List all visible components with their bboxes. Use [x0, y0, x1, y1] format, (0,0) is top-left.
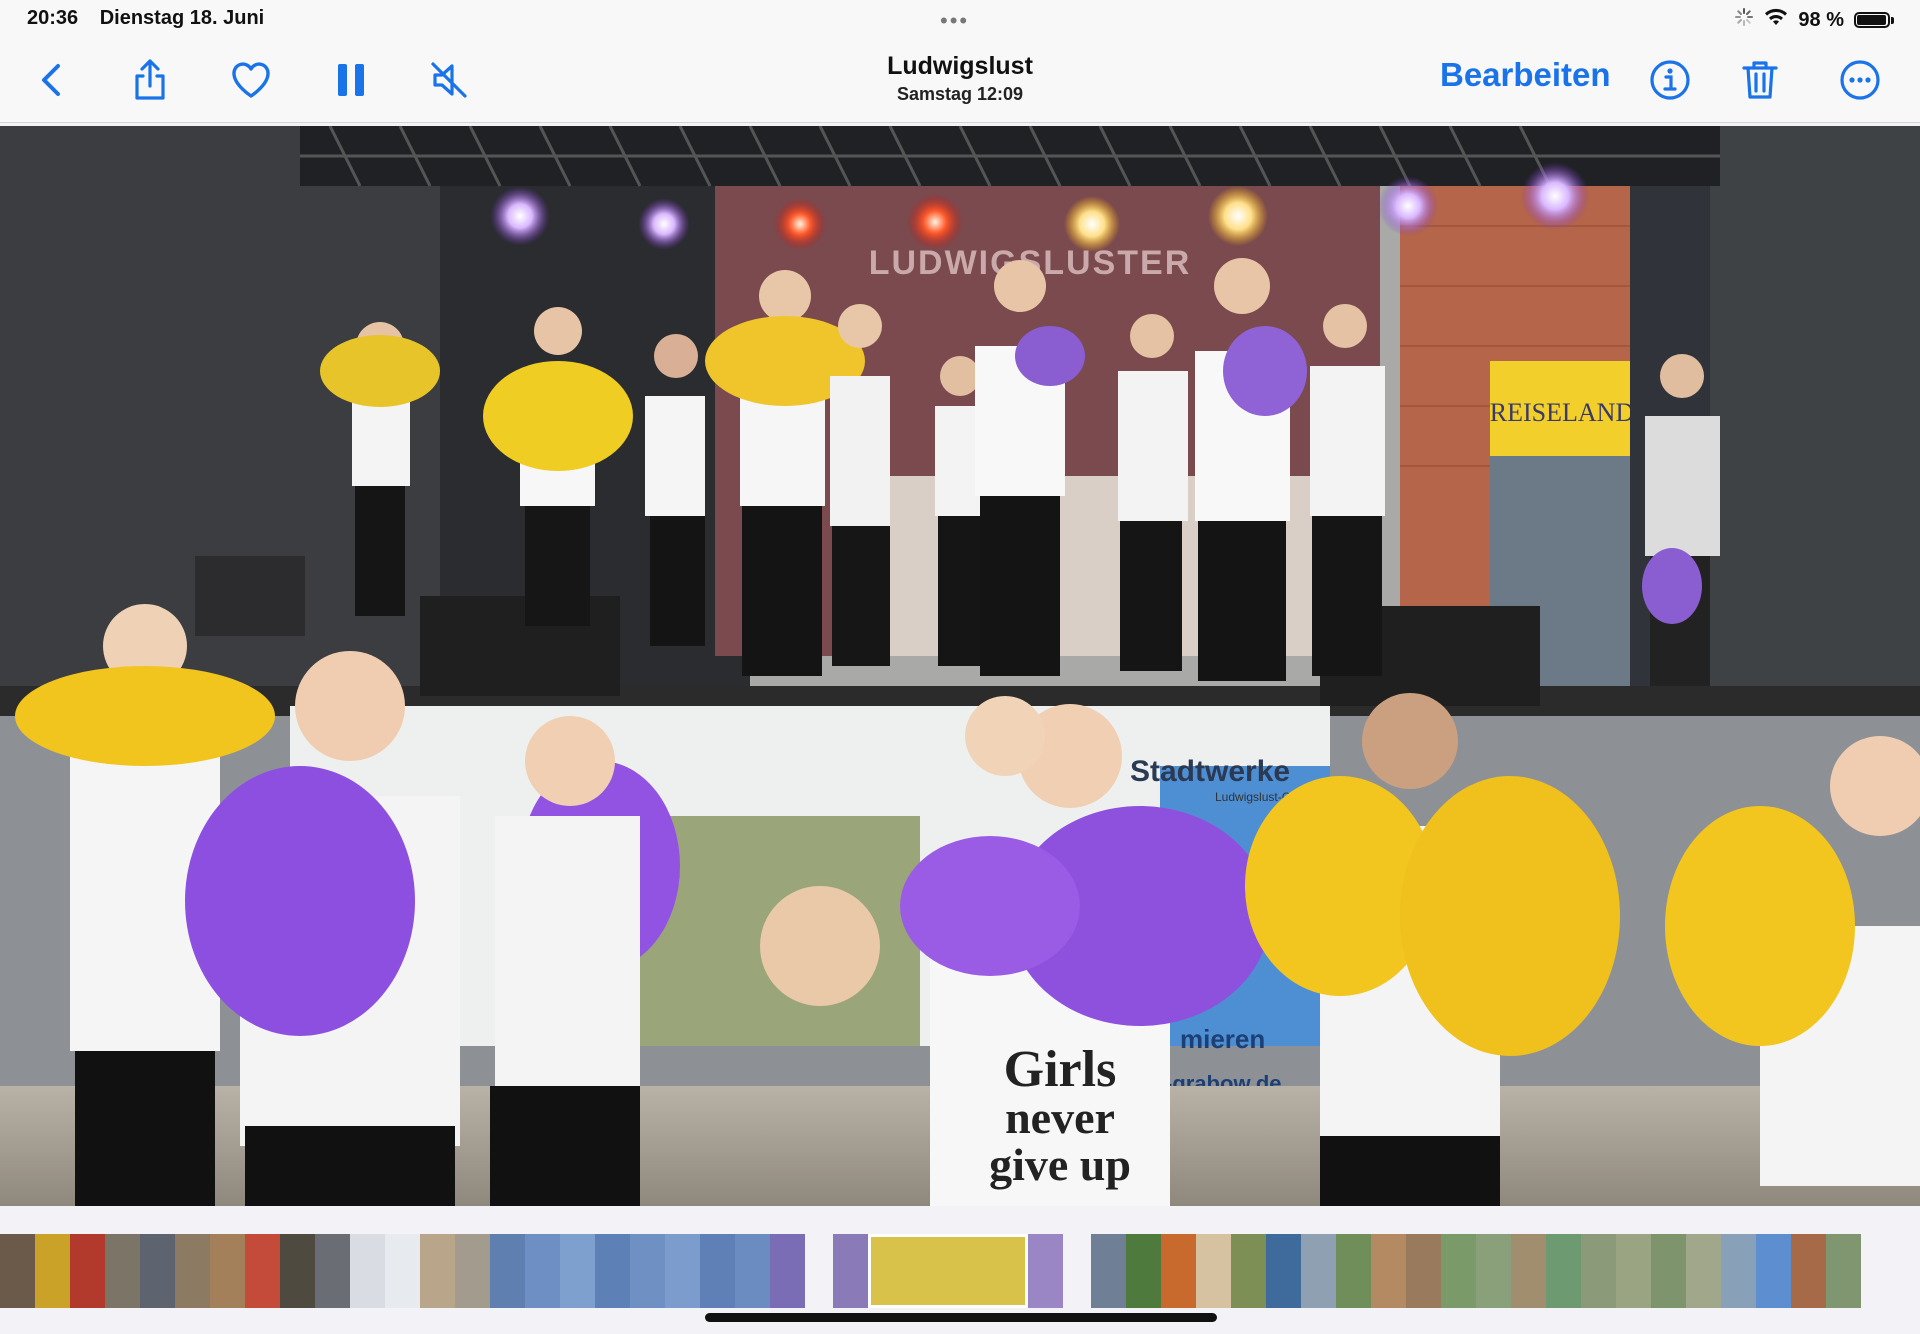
filmstrip-thumbnail[interactable] — [1371, 1234, 1406, 1308]
more-icon[interactable] — [1830, 50, 1890, 110]
filmstrip-thumbnail[interactable] — [1126, 1234, 1161, 1308]
toolbar: Ludwigslust Samstag 12:09 Bearbeiten — [0, 40, 1920, 123]
pause-icon[interactable] — [321, 50, 381, 110]
filmstrip-thumbnail[interactable] — [595, 1234, 630, 1308]
filmstrip-thumbnail[interactable] — [175, 1234, 210, 1308]
wifi-icon — [1764, 8, 1788, 32]
filmstrip-thumbnail[interactable] — [1266, 1234, 1301, 1308]
filmstrip-thumbnail[interactable] — [105, 1234, 140, 1308]
filmstrip-thumbnail[interactable] — [1161, 1234, 1196, 1308]
filmstrip-thumbnail[interactable] — [455, 1234, 490, 1308]
status-bar: 20:36 Dienstag 18. Juni ••• 98 % — [0, 0, 1920, 40]
svg-text:Girls: Girls — [1004, 1041, 1117, 1098]
filmstrip-thumbnail[interactable] — [1301, 1234, 1336, 1308]
video-scene: REISELAND LUDWIGSLUSTER — [0, 126, 1920, 1206]
back-chevron-icon[interactable] — [22, 50, 82, 110]
filmstrip-thumbnail[interactable] — [70, 1234, 105, 1308]
battery-tip — [1891, 16, 1894, 24]
share-icon[interactable] — [120, 50, 180, 110]
filmstrip-thumbnail[interactable] — [1441, 1234, 1476, 1308]
filmstrip-thumbnail[interactable] — [1791, 1234, 1826, 1308]
info-icon[interactable] — [1640, 50, 1700, 110]
filmstrip-thumbnail[interactable] — [1686, 1234, 1721, 1308]
filmstrip-thumbnail[interactable] — [1028, 1234, 1063, 1308]
filmstrip-thumbnail[interactable] — [1336, 1234, 1371, 1308]
filmstrip-thumbnail[interactable] — [560, 1234, 595, 1308]
filmstrip-thumbnail[interactable] — [1581, 1234, 1616, 1308]
svg-text:Stadtwerke: Stadtwerke — [1130, 755, 1290, 788]
filmstrip-thumbnail[interactable] — [1651, 1234, 1686, 1308]
filmstrip-thumbnail[interactable] — [735, 1234, 770, 1308]
filmstrip-thumbnail[interactable] — [1196, 1234, 1231, 1308]
page-title: Ludwigslust — [887, 52, 1033, 80]
filmstrip-thumbnail[interactable] — [525, 1234, 560, 1308]
status-date: Dienstag 18. Juni — [99, 7, 265, 29]
battery-percent: 98 % — [1798, 8, 1844, 31]
filmstrip-thumbnail[interactable] — [805, 1234, 833, 1308]
filmstrip-thumbnail[interactable] — [1476, 1234, 1511, 1308]
svg-text:give up: give up — [989, 1139, 1131, 1190]
filmstrip[interactable] — [0, 1234, 1920, 1308]
filmstrip-thumbnail[interactable] — [1231, 1234, 1266, 1308]
battery-icon — [1854, 12, 1890, 28]
filmstrip-thumbnail[interactable] — [1721, 1234, 1756, 1308]
filmstrip-thumbnail[interactable] — [0, 1234, 35, 1308]
filmstrip-thumbnail[interactable] — [350, 1234, 385, 1308]
filmstrip-thumbnail[interactable] — [210, 1234, 245, 1308]
mute-icon[interactable] — [419, 50, 479, 110]
filmstrip-thumbnail[interactable] — [770, 1234, 805, 1308]
activity-spinner-icon — [1734, 7, 1754, 33]
filmstrip-thumbnail-current[interactable] — [868, 1234, 1028, 1308]
filmstrip-thumbnail[interactable] — [1826, 1234, 1861, 1308]
filmstrip-thumbnail[interactable] — [665, 1234, 700, 1308]
filmstrip-thumbnail[interactable] — [1406, 1234, 1441, 1308]
edit-button[interactable]: Bearbeiten — [1440, 56, 1611, 94]
page-subtitle: Samstag 12:09 — [896, 84, 1024, 104]
battery-fill — [1857, 15, 1887, 25]
svg-text:never: never — [1005, 1092, 1115, 1143]
filmstrip-thumbnail[interactable] — [1616, 1234, 1651, 1308]
filmstrip-thumbnail[interactable] — [385, 1234, 420, 1308]
video-frame[interactable]: REISELAND LUDWIGSLUSTER — [0, 126, 1920, 1206]
filmstrip-thumbnail[interactable] — [700, 1234, 735, 1308]
filmstrip-thumbnail[interactable] — [630, 1234, 665, 1308]
filmstrip-thumbnail[interactable] — [140, 1234, 175, 1308]
filmstrip-thumbnail[interactable] — [833, 1234, 868, 1308]
svg-text:REISELAND: REISELAND — [1490, 398, 1634, 427]
status-right: 98 % — [1734, 7, 1894, 33]
filmstrip-thumbnail[interactable] — [490, 1234, 525, 1308]
filmstrip-thumbnail[interactable] — [1756, 1234, 1791, 1308]
filmstrip-thumbnail[interactable] — [420, 1234, 455, 1308]
filmstrip-thumbnail[interactable] — [280, 1234, 315, 1308]
title-block: Ludwigslust Samstag 12:09 — [760, 52, 1160, 105]
filmstrip-thumbnail[interactable] — [1546, 1234, 1581, 1308]
svg-text:mieren: mieren — [1180, 1024, 1265, 1054]
filmstrip-thumbnail[interactable] — [1063, 1234, 1091, 1308]
status-time: 20:36 — [27, 7, 79, 29]
filmstrip-thumbnail[interactable] — [1511, 1234, 1546, 1308]
home-indicator[interactable] — [705, 1313, 1217, 1322]
filmstrip-thumbnail[interactable] — [245, 1234, 280, 1308]
filmstrip-thumbnail[interactable] — [315, 1234, 350, 1308]
multitask-dots[interactable]: ••• — [940, 8, 969, 34]
status-left: 20:36 Dienstag 18. Juni — [27, 7, 280, 30]
heart-icon[interactable] — [221, 50, 281, 110]
filmstrip-thumbnail[interactable] — [35, 1234, 70, 1308]
trash-icon[interactable] — [1730, 50, 1790, 110]
filmstrip-thumbnail[interactable] — [1091, 1234, 1126, 1308]
